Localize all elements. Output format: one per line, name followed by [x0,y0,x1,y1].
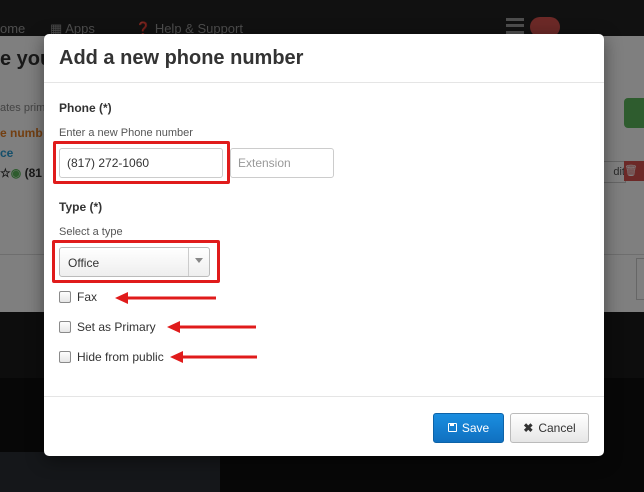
annotation-box-type [52,240,220,283]
modal-footer: Save ✖ Cancel [44,396,604,457]
phone-help-text: Enter a new Phone number [59,127,193,139]
annotation-arrow-fax [115,292,216,304]
floppy-disk-icon [447,423,457,433]
modal-header: Add a new phone number [44,34,604,83]
set-primary-label[interactable]: Set as Primary [77,320,156,334]
fax-checkbox[interactable] [59,291,71,303]
type-label: Type (*) [59,200,103,214]
hide-public-checkbox[interactable] [59,351,71,363]
set-primary-checkbox[interactable] [59,321,71,333]
save-button[interactable]: Save [433,413,504,443]
annotation-arrow-hide [170,351,257,363]
hide-public-label[interactable]: Hide from public [77,350,164,364]
cancel-button[interactable]: ✖ Cancel [510,413,589,443]
close-icon: ✖ [523,421,534,435]
extension-input[interactable] [230,148,334,178]
cancel-button-label: Cancel [538,421,576,435]
annotation-arrow-primary [167,321,256,333]
modal-title: Add a new phone number [59,47,304,69]
phone-label: Phone (*) [59,101,112,115]
type-help-text: Select a type [59,226,123,238]
fax-label[interactable]: Fax [77,290,97,304]
annotation-box-phone [53,141,230,184]
save-button-label: Save [461,420,490,435]
add-phone-modal: Add a new phone number Phone (*) Enter a… [44,34,604,456]
